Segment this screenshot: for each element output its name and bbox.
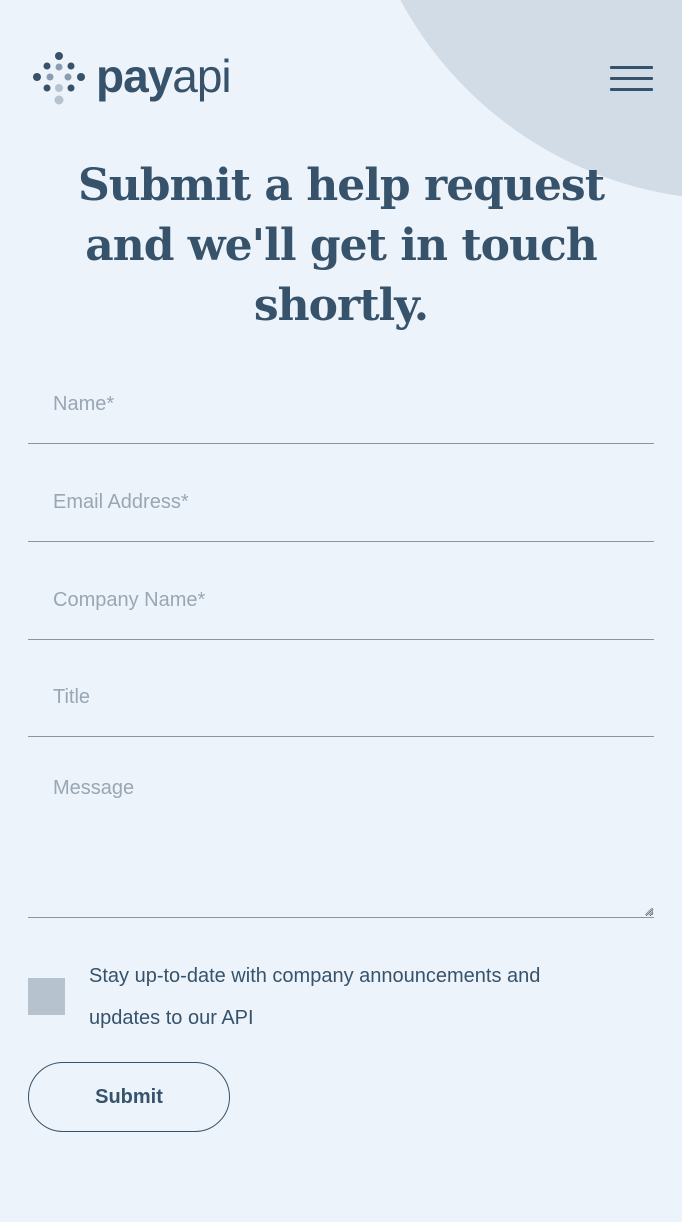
name-field-wrapper: [28, 366, 654, 444]
logo-wordmark: payapi: [96, 50, 232, 102]
contact-page: payapi Submit a help request and we'll g…: [0, 0, 682, 1222]
message-textarea[interactable]: [28, 755, 654, 917]
page-title: Submit a help request and we'll get in t…: [77, 160, 605, 331]
name-input[interactable]: [28, 366, 654, 443]
payapi-logo[interactable]: payapi: [32, 50, 232, 106]
title-input[interactable]: [28, 658, 654, 736]
email-input[interactable]: [28, 463, 654, 541]
company-name-input[interactable]: [28, 561, 654, 639]
header: payapi: [0, 0, 682, 160]
resize-handle-icon[interactable]: [646, 908, 653, 915]
title-field-wrapper: [28, 658, 654, 737]
email-field-wrapper: [28, 463, 654, 542]
newsletter-checkbox[interactable]: [28, 978, 65, 1015]
company-field-wrapper: [28, 561, 654, 640]
newsletter-label[interactable]: Stay up-to-date with company announcemen…: [89, 955, 609, 1039]
submit-button[interactable]: Submit: [28, 1062, 230, 1132]
message-field-wrapper: [28, 755, 654, 918]
hamburger-menu-icon[interactable]: [610, 64, 654, 96]
logo-dots-icon: [33, 52, 85, 105]
